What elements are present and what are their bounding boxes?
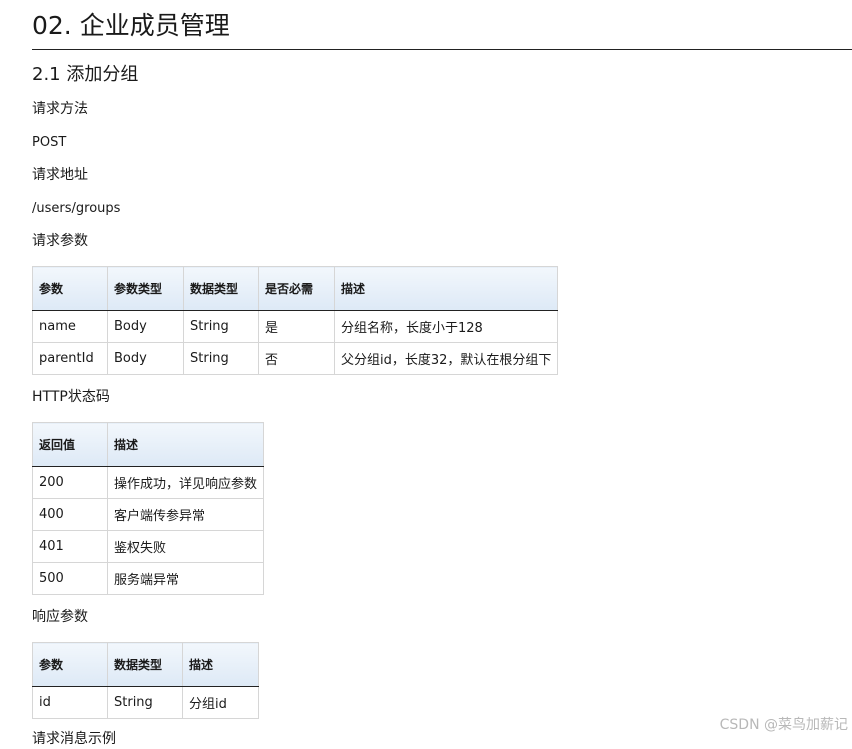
table-row: parentId Body String 否 父分组id，长度32，默认在根分组…	[32, 342, 559, 375]
response-params-label: 响应参数	[32, 609, 88, 625]
table-header-cell: 数据类型	[107, 642, 183, 687]
table-header-cell: 参数	[32, 642, 108, 687]
table-header-cell: 是否必需	[258, 266, 335, 311]
request-method-label: 请求方法	[32, 101, 88, 117]
section-title: 2.1 添加分组	[32, 64, 139, 85]
table-cell: 客户端传参异常	[106, 498, 265, 531]
table-cell: String	[183, 310, 259, 343]
table-cell: 200	[32, 466, 108, 499]
table-cell: String	[107, 686, 183, 719]
table-cell: String	[183, 342, 259, 375]
table-row: name Body String 是 分组名称，长度小于128	[32, 310, 559, 343]
table-cell: Body	[107, 342, 184, 375]
document-page: 02. 企业成员管理 2.1 添加分组 请求方法 POST 请求地址 /user…	[32, 0, 852, 747]
table-cell: 500	[32, 562, 108, 595]
table-cell: 父分组id，长度32，默认在根分组下	[333, 342, 559, 375]
table-cell: 分组名称，长度小于128	[333, 310, 559, 343]
table-header-row: 参数 数据类型 描述	[32, 642, 259, 687]
table-header-cell: 参数类型	[107, 266, 184, 311]
table-header-cell: 描述	[106, 422, 265, 467]
http-status-table: 返回值 描述 200 操作成功，详见响应参数 400 客户端传参异常 401 鉴…	[32, 422, 265, 595]
table-header-cell: 参数	[32, 266, 108, 311]
http-status-label: HTTP状态码	[32, 389, 110, 405]
table-row: id String 分组id	[32, 686, 259, 719]
table-cell: name	[32, 310, 108, 343]
page-title: 02. 企业成员管理	[32, 0, 852, 50]
table-header-cell: 数据类型	[183, 266, 259, 311]
table-row: 500 服务端异常	[32, 562, 265, 595]
table-cell: Body	[107, 310, 184, 343]
table-cell: 401	[32, 530, 108, 563]
table-cell: 服务端异常	[106, 562, 265, 595]
table-cell: id	[32, 686, 108, 719]
table-header-cell: 描述	[333, 266, 559, 311]
table-cell: parentId	[32, 342, 108, 375]
table-cell: 否	[258, 342, 335, 375]
table-cell: 分组id	[182, 686, 259, 719]
table-cell: 鉴权失败	[106, 530, 265, 563]
table-cell: 是	[258, 310, 335, 343]
watermark: CSDN @菜鸟加薪记	[719, 717, 848, 733]
request-url-value: /users/groups	[32, 201, 121, 216]
table-cell: 400	[32, 498, 108, 531]
table-cell: 操作成功，详见响应参数	[106, 466, 265, 499]
table-row: 401 鉴权失败	[32, 530, 265, 563]
request-example-label: 请求消息示例	[32, 731, 116, 747]
table-header-row: 返回值 描述	[32, 422, 265, 467]
request-url-label: 请求地址	[32, 167, 88, 183]
request-params-label: 请求参数	[32, 233, 88, 249]
response-params-table: 参数 数据类型 描述 id String 分组id	[32, 642, 259, 719]
table-row: 200 操作成功，详见响应参数	[32, 466, 265, 499]
request-method-value: POST	[32, 135, 67, 150]
table-header-cell: 描述	[182, 642, 259, 687]
table-row: 400 客户端传参异常	[32, 498, 265, 531]
table-header-row: 参数 参数类型 数据类型 是否必需 描述	[32, 266, 559, 311]
table-header-cell: 返回值	[32, 422, 108, 467]
request-params-table: 参数 参数类型 数据类型 是否必需 描述 name Body String 是 …	[32, 266, 559, 375]
